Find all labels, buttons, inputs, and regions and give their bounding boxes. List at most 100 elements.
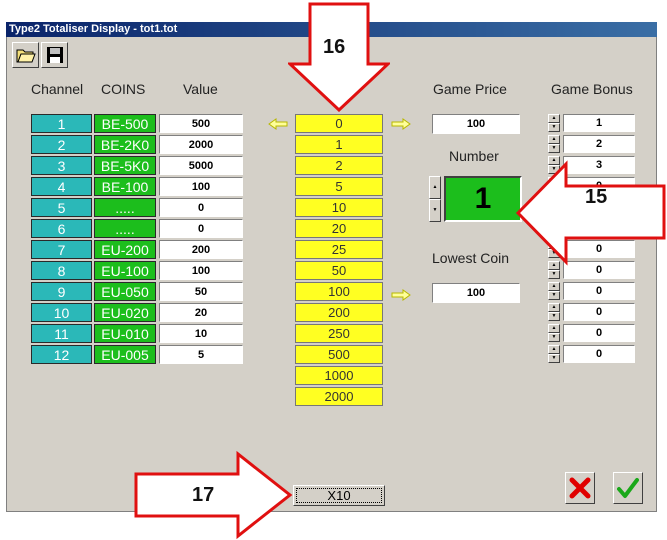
bonus-down-arrow-icon[interactable]: ▼: [548, 312, 560, 321]
coin-value-option[interactable]: 2: [295, 156, 383, 175]
coin-name[interactable]: .....: [94, 219, 156, 238]
bonus-spinner[interactable]: ▲▼: [548, 303, 560, 321]
coin-value-option[interactable]: 20: [295, 219, 383, 238]
coin-value-option[interactable]: 0: [295, 114, 383, 133]
game-price-header: Game Price: [433, 81, 507, 97]
number-down-arrow-icon[interactable]: ▼: [429, 199, 441, 222]
coin-value-option[interactable]: 250: [295, 324, 383, 343]
coin-name[interactable]: EU-010: [94, 324, 156, 343]
number-up-arrow-icon[interactable]: ▲: [429, 176, 441, 199]
coin-value-option[interactable]: 200: [295, 303, 383, 322]
right-pointer-icon: [391, 118, 411, 130]
bonus-up-arrow-icon[interactable]: ▲: [548, 303, 560, 312]
coin-name[interactable]: EU-100: [94, 261, 156, 280]
bonus-value-field[interactable]: 0: [563, 303, 635, 321]
coin-name[interactable]: EU-200: [94, 240, 156, 259]
open-file-button[interactable]: [12, 42, 39, 68]
coin-value-field[interactable]: 5: [159, 345, 243, 364]
channel-number: 8: [31, 261, 92, 280]
bonus-spinner[interactable]: ▲▼: [548, 135, 560, 153]
channel-number: 11: [31, 324, 92, 343]
bonus-down-arrow-icon[interactable]: ▼: [548, 333, 560, 342]
coin-value-option[interactable]: 1000: [295, 366, 383, 385]
game-price-field[interactable]: 100: [432, 114, 520, 134]
coin-name[interactable]: BE-500: [94, 114, 156, 133]
channel-header: Channel: [31, 81, 84, 97]
channel-number: 1: [31, 114, 92, 133]
coin-value-field[interactable]: 100: [159, 177, 243, 196]
coin-value-field[interactable]: 0: [159, 219, 243, 238]
callout-15-arrow: [515, 160, 666, 266]
bonus-down-arrow-icon[interactable]: ▼: [548, 123, 560, 132]
callout-16-label: 16: [323, 36, 346, 58]
callout-15-label: 15: [585, 186, 608, 208]
coin-name[interactable]: BE-100: [94, 177, 156, 196]
bonus-spinner[interactable]: ▲▼: [548, 345, 560, 363]
coin-name[interactable]: EU-020: [94, 303, 156, 322]
bonus-up-arrow-icon[interactable]: ▲: [548, 324, 560, 333]
lowest-coin-field[interactable]: 100: [432, 283, 520, 303]
number-label: Number: [449, 148, 499, 164]
coin-value-field[interactable]: 5000: [159, 156, 243, 175]
coin-value-option[interactable]: 5: [295, 177, 383, 196]
bonus-value-field[interactable]: 0: [563, 324, 635, 342]
bonus-up-arrow-icon[interactable]: ▲: [548, 282, 560, 291]
channel-number: 6: [31, 219, 92, 238]
coin-value-option[interactable]: 10: [295, 198, 383, 217]
coin-value-field[interactable]: 20: [159, 303, 243, 322]
coin-value-option[interactable]: 2000: [295, 387, 383, 406]
bonus-value-field[interactable]: 0: [563, 345, 635, 363]
bonus-spinner[interactable]: ▲▼: [548, 114, 560, 132]
coin-value-option[interactable]: 100: [295, 282, 383, 301]
coin-name[interactable]: EU-050: [94, 282, 156, 301]
coin-name[interactable]: .....: [94, 198, 156, 217]
number-spinner[interactable]: ▲ ▼: [429, 176, 441, 222]
save-file-button[interactable]: [41, 42, 68, 68]
channel-number: 7: [31, 240, 92, 259]
number-display: 1: [444, 176, 522, 222]
bonus-up-arrow-icon[interactable]: ▲: [548, 135, 560, 144]
coin-name[interactable]: BE-2K0: [94, 135, 156, 154]
coin-name[interactable]: EU-005: [94, 345, 156, 364]
bonus-up-arrow-icon[interactable]: ▲: [548, 114, 560, 123]
channel-number: 5: [31, 198, 92, 217]
coin-value-option[interactable]: 1: [295, 135, 383, 154]
channel-number: 12: [31, 345, 92, 364]
green-check-ok-icon: [617, 478, 639, 498]
coin-value-field[interactable]: 0: [159, 198, 243, 217]
coin-value-option[interactable]: 500: [295, 345, 383, 364]
value-header: Value: [183, 81, 218, 97]
channel-number: 4: [31, 177, 92, 196]
coins-header: COINS: [101, 81, 146, 97]
callout-17-label: 17: [192, 484, 215, 506]
bonus-value-field[interactable]: 1: [563, 114, 635, 132]
coin-value-field[interactable]: 500: [159, 114, 243, 133]
bonus-value-field[interactable]: 0: [563, 282, 635, 300]
folder-open-icon: [16, 49, 36, 62]
coin-value-option[interactable]: 50: [295, 261, 383, 280]
bonus-down-arrow-icon[interactable]: ▼: [548, 144, 560, 153]
bonus-spinner[interactable]: ▲▼: [548, 324, 560, 342]
coin-value-field[interactable]: 2000: [159, 135, 243, 154]
bonus-value-field[interactable]: 2: [563, 135, 635, 153]
channel-number: 10: [31, 303, 92, 322]
right-pointer-icon: [391, 289, 411, 301]
coin-value-field[interactable]: 200: [159, 240, 243, 259]
bonus-up-arrow-icon[interactable]: ▲: [548, 345, 560, 354]
channel-number: 3: [31, 156, 92, 175]
coin-name[interactable]: BE-5K0: [94, 156, 156, 175]
coin-value-option[interactable]: 25: [295, 240, 383, 259]
ok-button[interactable]: [613, 472, 643, 504]
cancel-button[interactable]: [565, 472, 595, 504]
x10-button[interactable]: X10: [293, 485, 385, 506]
red-x-cancel-icon: [569, 477, 591, 499]
bonus-down-arrow-icon[interactable]: ▼: [548, 270, 560, 279]
bonus-down-arrow-icon[interactable]: ▼: [548, 354, 560, 363]
coin-value-field[interactable]: 100: [159, 261, 243, 280]
coin-value-field[interactable]: 50: [159, 282, 243, 301]
bonus-spinner[interactable]: ▲▼: [548, 282, 560, 300]
bonus-down-arrow-icon[interactable]: ▼: [548, 291, 560, 300]
channel-number: 2: [31, 135, 92, 154]
channel-number: 9: [31, 282, 92, 301]
coin-value-field[interactable]: 10: [159, 324, 243, 343]
